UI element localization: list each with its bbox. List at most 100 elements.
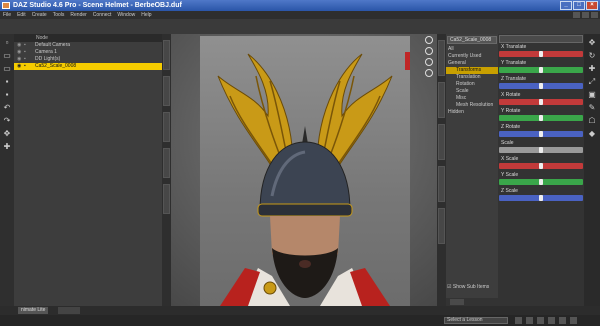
prev-icon[interactable] xyxy=(515,317,522,324)
layout-icon[interactable] xyxy=(591,12,598,18)
move-icon[interactable]: ✚ xyxy=(2,143,12,151)
close-button[interactable]: × xyxy=(586,1,598,10)
help-icon[interactable] xyxy=(537,317,544,324)
property-group[interactable]: Mesh Resolution xyxy=(446,102,498,109)
minimize-button[interactable]: _ xyxy=(560,1,572,10)
slider-knob[interactable] xyxy=(539,147,543,153)
lesson-select[interactable]: Select a Lesson xyxy=(444,317,508,324)
menu-help[interactable]: Help xyxy=(141,11,151,19)
parameter-slider[interactable]: Z Translate xyxy=(499,76,583,92)
layout-icon[interactable] xyxy=(582,12,589,18)
slider-track[interactable] xyxy=(499,67,583,73)
redo-icon[interactable]: ↷ xyxy=(2,117,12,125)
side-tab[interactable] xyxy=(438,82,445,118)
parameter-slider[interactable]: Y Scale xyxy=(499,172,583,188)
parameter-slider[interactable]: X Scale xyxy=(499,156,583,172)
zoom-icon[interactable] xyxy=(425,58,433,66)
universal-tool-icon[interactable]: ✥ xyxy=(587,39,597,47)
figure-icon[interactable]: ☖ xyxy=(587,117,597,125)
parameter-slider[interactable]: Z Rotate xyxy=(499,124,583,140)
parameter-slider[interactable]: Z Scale xyxy=(499,188,583,204)
menu-window[interactable]: Window xyxy=(117,11,135,19)
scene-row[interactable]: ◉ ▪ DD Light(s) xyxy=(14,56,162,63)
side-tab[interactable] xyxy=(163,40,170,70)
side-tab[interactable] xyxy=(438,166,445,202)
slider-track[interactable] xyxy=(499,131,583,137)
side-tab[interactable] xyxy=(163,76,170,106)
visibility-icon[interactable]: ◉ xyxy=(17,43,23,48)
panel-menu-button[interactable] xyxy=(450,299,464,305)
side-tab[interactable] xyxy=(163,184,170,214)
tab-animate-lite[interactable]: nimate Lite xyxy=(18,307,49,314)
slider-track[interactable] xyxy=(499,51,583,57)
show-sub-items-checkbox[interactable]: ☑ Show Sub Items xyxy=(447,284,489,290)
settings-icon[interactable] xyxy=(570,317,577,324)
menu-render[interactable]: Render xyxy=(70,11,86,19)
parameter-slider[interactable]: X Rotate xyxy=(499,92,583,108)
open-folder-icon[interactable]: ▭ xyxy=(2,52,12,60)
slider-knob[interactable] xyxy=(539,67,543,73)
pan-icon[interactable] xyxy=(425,47,433,55)
property-group[interactable]: Rotation xyxy=(446,81,498,88)
lock-icon[interactable]: ▪ xyxy=(24,50,29,55)
parameter-slider[interactable]: Y Translate xyxy=(499,60,583,76)
side-tab[interactable] xyxy=(438,208,445,244)
property-group[interactable]: Currently Used xyxy=(446,53,498,60)
slider-knob[interactable] xyxy=(539,115,543,121)
visibility-icon[interactable]: ◉ xyxy=(17,50,23,55)
menu-tools[interactable]: Tools xyxy=(53,11,65,19)
property-group[interactable]: Misc xyxy=(446,95,498,102)
scene-row-selected[interactable]: ◉ ▪ Ca52_Scale_0008 xyxy=(14,63,162,70)
brush-icon[interactable]: ✎ xyxy=(587,104,597,112)
side-tab[interactable] xyxy=(438,40,445,76)
property-group[interactable]: Scale xyxy=(446,88,498,95)
save-icon[interactable]: ▪ xyxy=(2,78,12,86)
slider-track[interactable] xyxy=(499,147,583,153)
parameter-slider[interactable]: Scale xyxy=(499,140,583,156)
visibility-icon[interactable]: ◉ xyxy=(17,57,23,62)
slider-knob[interactable] xyxy=(539,99,543,105)
menu-connect[interactable]: Connect xyxy=(93,11,112,19)
orbit-icon[interactable] xyxy=(425,36,433,44)
node-selector[interactable]: Ca52_Scale_0008 xyxy=(447,36,497,44)
pointer-icon[interactable]: ✥ xyxy=(2,130,12,138)
slider-track[interactable] xyxy=(499,179,583,185)
slider-knob[interactable] xyxy=(539,83,543,89)
scale-tool-icon[interactable]: ⤢ xyxy=(587,78,597,86)
slider-track[interactable] xyxy=(499,115,583,121)
maximize-button[interactable]: □ xyxy=(573,1,585,10)
scene-row[interactable]: ◉ ▪ Default Camera xyxy=(14,42,162,49)
parameter-search-input[interactable] xyxy=(499,35,583,43)
slider-knob[interactable] xyxy=(539,195,543,201)
property-group[interactable]: General xyxy=(446,60,498,67)
lock-icon[interactable]: ▪ xyxy=(24,43,29,48)
parameter-slider[interactable]: Y Rotate xyxy=(499,108,583,124)
property-group[interactable]: Translation xyxy=(446,74,498,81)
next-icon[interactable] xyxy=(526,317,533,324)
lock-icon[interactable]: ▪ xyxy=(24,64,29,69)
render-icon[interactable]: ▣ xyxy=(587,91,597,99)
property-group-selected[interactable]: Transforms xyxy=(446,67,498,74)
translate-tool-icon[interactable]: ✚ xyxy=(587,65,597,73)
slider-knob[interactable] xyxy=(539,163,543,169)
side-tab[interactable] xyxy=(163,112,170,142)
info-icon[interactable] xyxy=(548,317,555,324)
slider-knob[interactable] xyxy=(539,179,543,185)
menu-icon[interactable] xyxy=(559,317,566,324)
property-group[interactable]: Hidden xyxy=(446,109,498,116)
layout-icon[interactable] xyxy=(573,12,580,18)
merge-icon[interactable]: ▭ xyxy=(2,65,12,73)
new-scene-icon[interactable]: ▫ xyxy=(2,39,12,47)
undo-icon[interactable]: ↶ xyxy=(2,104,12,112)
save-as-icon[interactable]: ▪ xyxy=(2,91,12,99)
tab-timeline[interactable] xyxy=(58,307,80,314)
slider-track[interactable] xyxy=(499,163,583,169)
scene-row[interactable]: ◉ ▪ Camera 1 xyxy=(14,49,162,56)
lock-icon[interactable]: ▪ xyxy=(24,57,29,62)
side-tab[interactable] xyxy=(163,148,170,178)
slider-track[interactable] xyxy=(499,83,583,89)
slider-knob[interactable] xyxy=(539,131,543,137)
node-icon[interactable]: ◆ xyxy=(587,130,597,138)
frame-icon[interactable] xyxy=(425,69,433,77)
rotate-tool-icon[interactable]: ↻ xyxy=(587,52,597,60)
